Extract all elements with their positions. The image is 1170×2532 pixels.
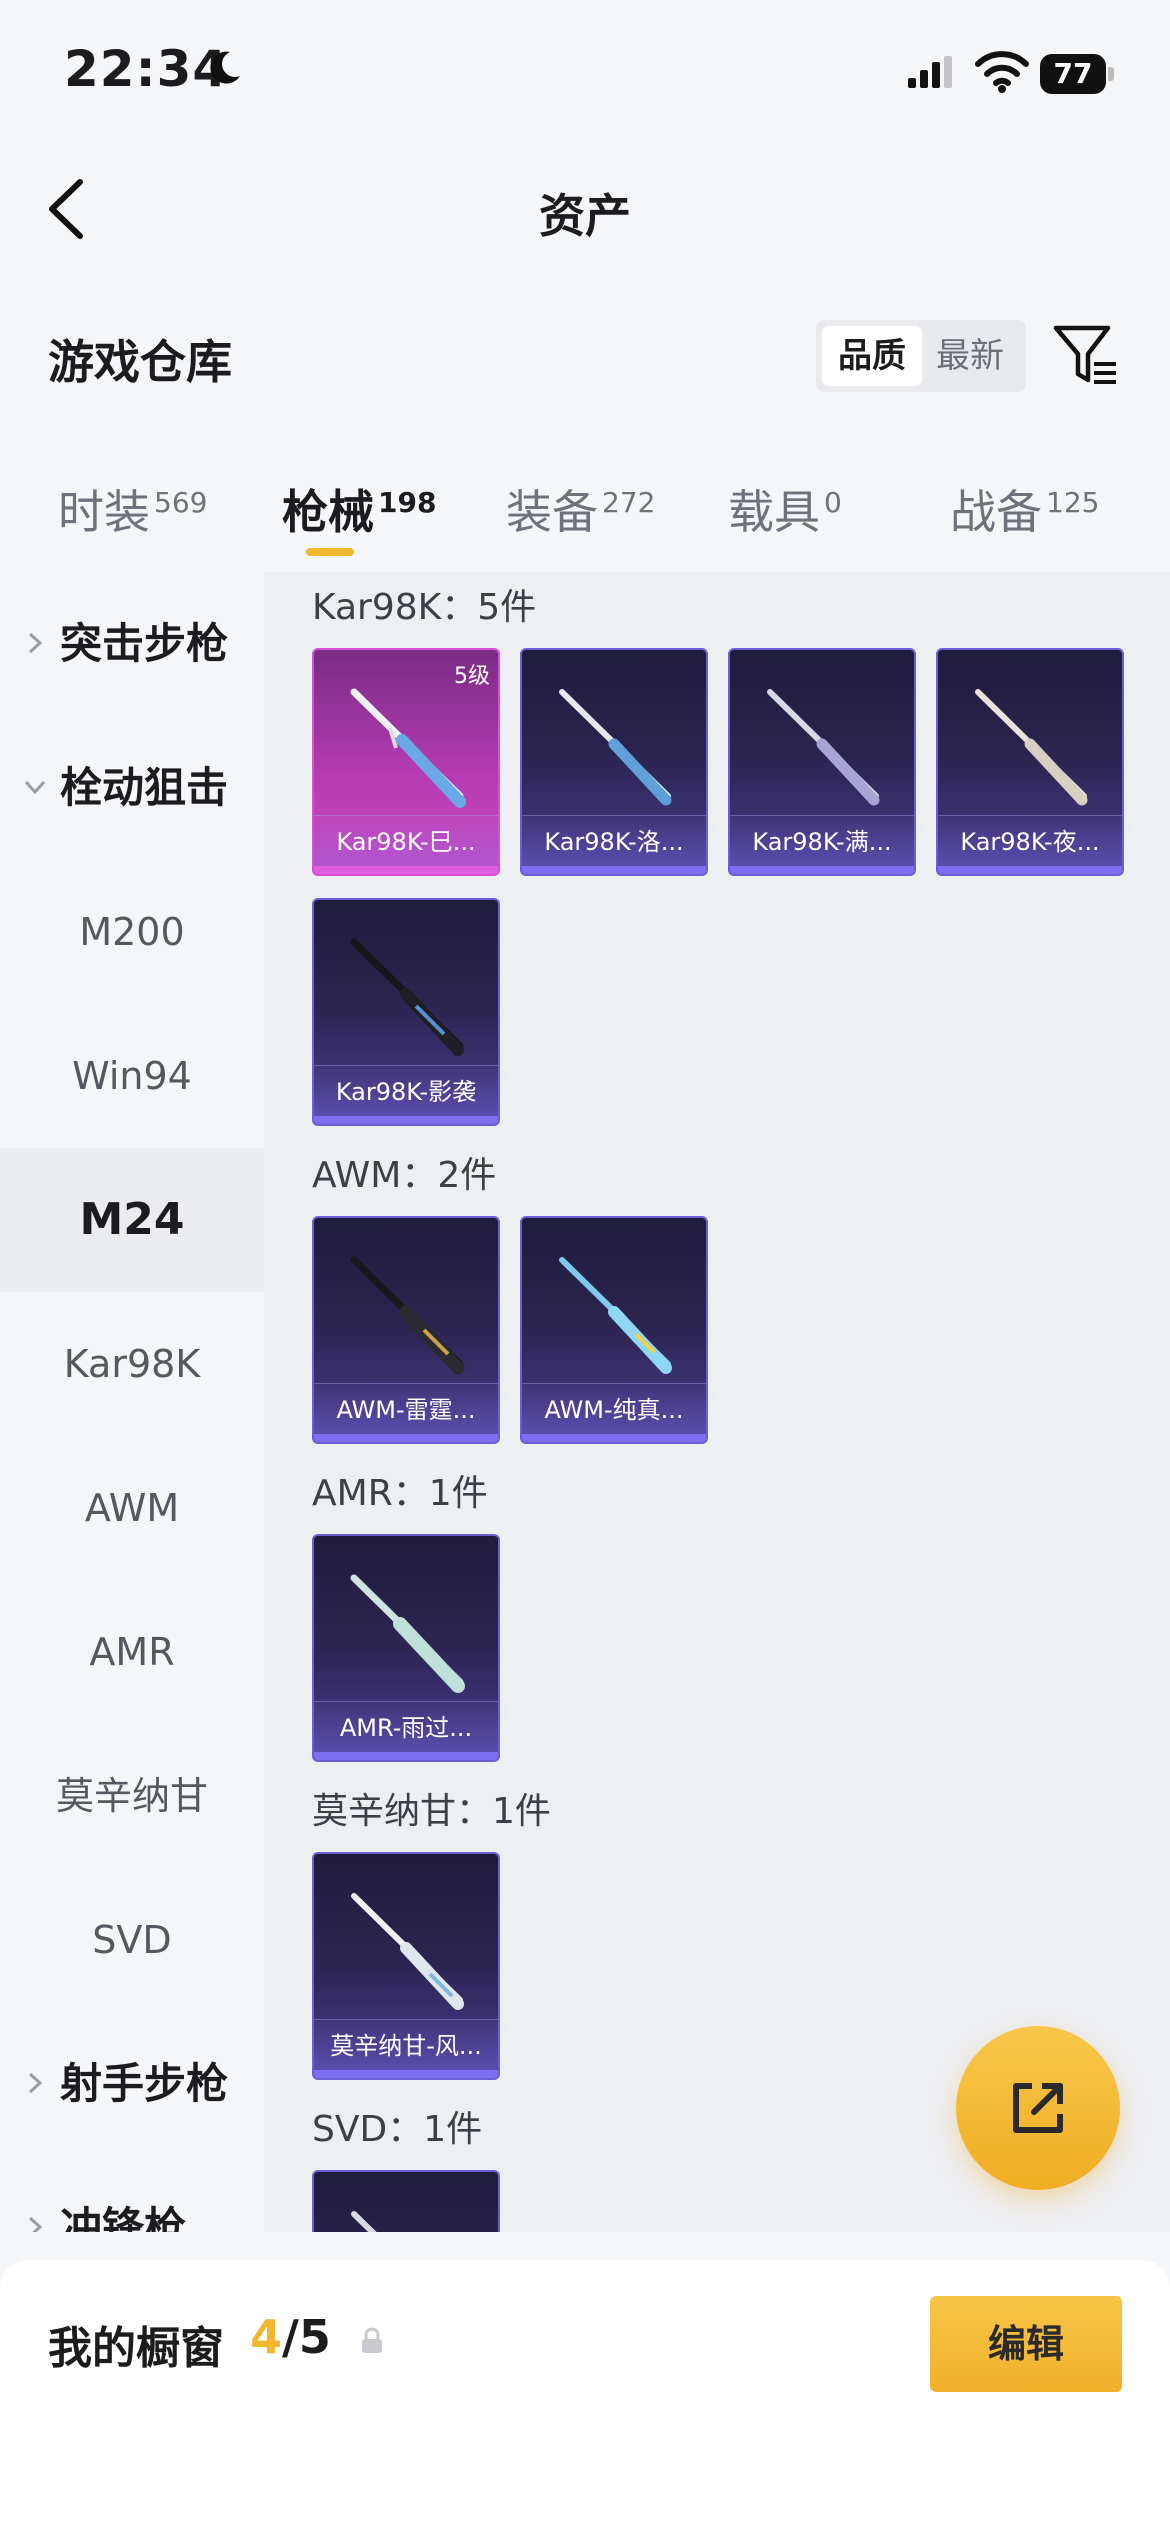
filter-icon[interactable] [1052,322,1120,390]
showcase-title: 我的橱窗 [48,2323,224,2374]
sidebar-item-m24[interactable]: M24 [0,1148,264,1292]
showcase-current: 4 [250,2310,283,2364]
rifle-icon [559,689,672,806]
sidebar-item-amr[interactable]: AMR [0,1580,264,1724]
showcase-total: /5 [282,2310,331,2364]
sidebar-item-mosin[interactable]: 莫辛纳甘 [0,1724,264,1868]
nav-bar: 资产 [0,140,1170,270]
tab-combat-gear[interactable]: 战备 125 [950,476,1099,542]
sidebar-item-label: 栓动狙击 [60,763,229,812]
share-fab[interactable] [956,2026,1120,2190]
sidebar-item-label: 射手步枪 [60,2059,229,2108]
sidebar-item-m200[interactable]: M200 [0,860,264,1004]
weapon-card[interactable]: 莫辛纳甘-风... [312,1852,500,2080]
group-label-amr: AMR：1件 [312,1473,488,1514]
sidebar-item-svd[interactable]: SVD [0,1868,264,2012]
rarity-stripe [730,866,914,874]
chevron-right-icon [28,2216,43,2232]
signal-icon [908,56,952,88]
sidebar-item-win94[interactable]: Win94 [0,1004,264,1148]
tab-count: 198 [378,485,437,519]
rarity-stripe [314,1116,498,1124]
lock-icon [362,2327,382,2353]
weapon-category-sidebar: 突击步枪 栓动狙击 M200 Win94 M24 Kar98K AWM AMR … [0,572,264,2232]
weapon-card[interactable]: 5级 Kar98K-巳... [312,648,500,876]
rarity-stripe [314,866,498,874]
category-tabs: 时装 569 枪械 198 装备 272 载具 0 战备 125 [0,460,1170,570]
tab-firearms[interactable]: 枪械 198 [282,476,436,542]
chevron-right-icon [28,2072,43,2094]
showcase-panel: 我的橱窗 4/5 编辑 [0,2260,1170,2532]
sidebar-item-kar98k[interactable]: Kar98K [0,1292,264,1436]
sidebar-item-label: 突击步枪 [60,619,229,668]
rifle-icon [767,689,880,806]
weapon-card[interactable]: Kar98K-影袭 [312,898,500,1126]
rifle-icon [350,688,466,808]
tab-outfits[interactable]: 时装 569 [58,476,207,542]
rarity-stripe [314,1434,498,1442]
group-label-awm: AWM：2件 [312,1155,497,1196]
rarity-stripe [938,866,1122,874]
sort-toggle: 品质 最新 [816,320,1026,392]
tab-count: 569 [154,485,208,519]
wifi-icon [975,51,1029,93]
moon-icon [210,51,240,84]
sidebar-item-smg[interactable]: 冲锋枪 [0,2156,264,2232]
edit-button[interactable]: 编辑 [930,2296,1122,2392]
weapon-card[interactable]: AMR-雨过... [312,1534,500,1762]
sort-latest-button[interactable]: 最新 [920,326,1020,386]
sidebar-item-awm[interactable]: AWM [0,1436,264,1580]
active-tab-indicator [306,548,354,556]
tab-label: 战备 [950,485,1042,539]
tab-label: 装备 [506,485,598,539]
weapon-card[interactable] [312,2170,500,2232]
weapon-card[interactable]: AWM-雷霆... [312,1216,500,1444]
rifle-icon [559,1257,672,1374]
sidebar-item-bolt-sniper[interactable]: 栓动狙击 [0,716,264,860]
group-label-kar98k: Kar98K：5件 [312,587,537,628]
group-label-svd: SVD：1件 [312,2109,483,2150]
group-label-mosin: 莫辛纳甘：1件 [312,1791,551,1832]
rifle-icon [350,1574,465,1693]
section-title: 游戏仓库 [48,335,232,389]
external-link-icon [1013,2083,1063,2133]
rarity-stripe [314,2070,498,2078]
status-bar: 22:34 77 [0,0,1170,140]
sidebar-item-label: 冲锋枪 [60,2203,187,2232]
tab-count: 125 [1046,485,1100,519]
weapon-grid: Kar98K：5件 5级 Kar98K-巳... Kar98K-洛... Kar… [264,572,1170,2232]
rifle-icon [351,1893,464,2010]
sort-quality-button[interactable]: 品质 [822,326,922,386]
rarity-stripe [314,1752,498,1760]
rarity-stripe [522,866,706,874]
weapon-card[interactable]: Kar98K-洛... [520,648,708,876]
chevron-down-icon [24,780,46,795]
tab-count: 0 [824,485,842,519]
showcase-count: 4/5 [250,2310,331,2364]
tab-label: 载具 [728,485,820,539]
battery-level: 77 [1053,57,1093,90]
tab-label: 枪械 [282,485,374,539]
rifle-icon [351,2211,377,2232]
sidebar-item-assault-rifle[interactable]: 突击步枪 [0,572,264,716]
rifle-icon [350,1256,465,1375]
rifle-icon [975,689,1088,806]
tab-count: 272 [602,485,656,519]
weapon-card[interactable]: AWM-纯真... [520,1216,708,1444]
rifle-icon [350,938,464,1056]
page-title: 资产 [539,189,631,243]
rarity-stripe [522,1434,706,1442]
weapon-card[interactable]: Kar98K-满... [728,648,916,876]
battery-icon: 77 [1040,54,1118,94]
weapon-card[interactable]: Kar98K-夜... [936,648,1124,876]
chevron-right-icon [28,632,43,654]
tab-vehicles[interactable]: 载具 0 [728,476,842,542]
tab-label: 时装 [58,485,150,539]
tab-equipment[interactable]: 装备 272 [506,476,655,542]
sidebar-item-marksman-rifle[interactable]: 射手步枪 [0,2012,264,2156]
